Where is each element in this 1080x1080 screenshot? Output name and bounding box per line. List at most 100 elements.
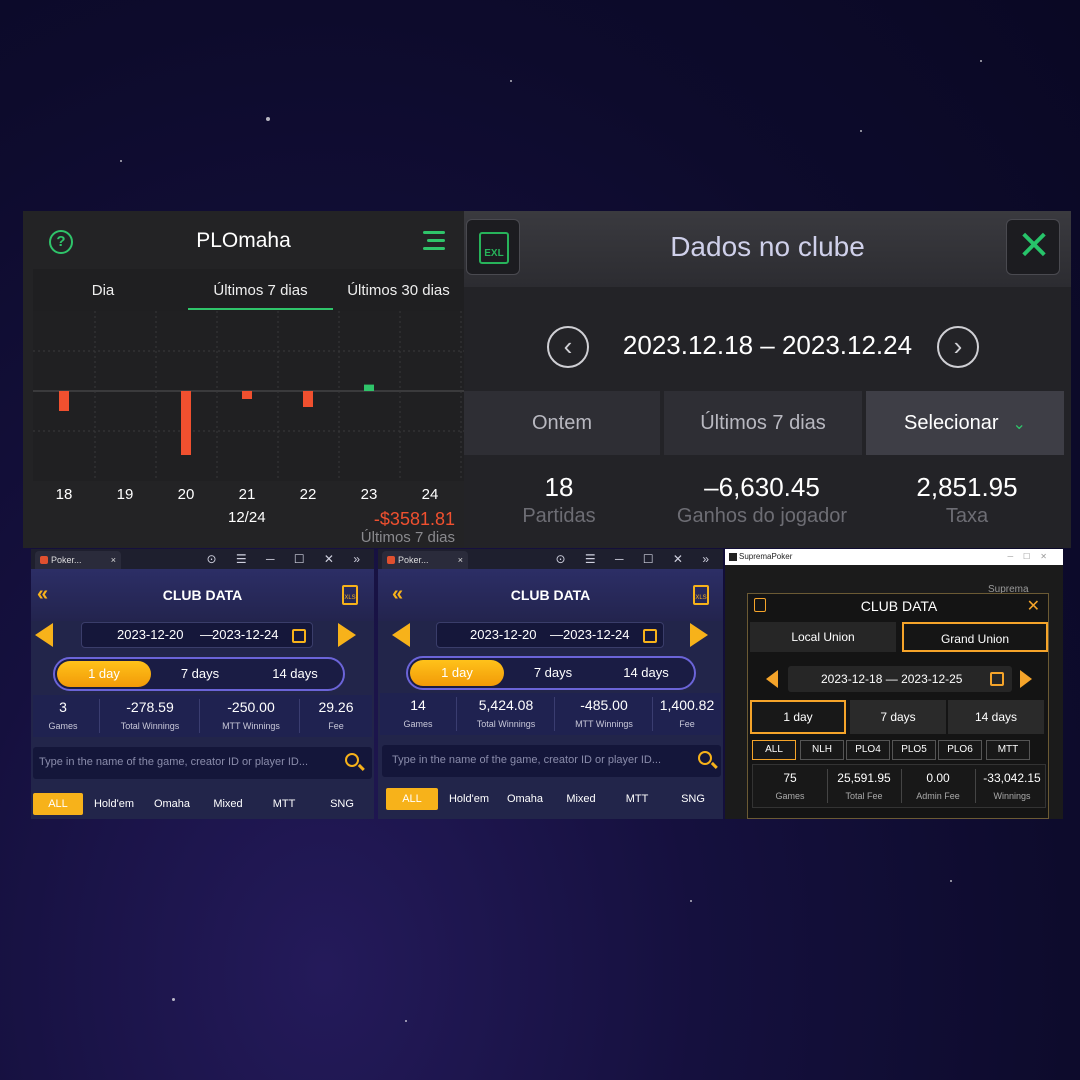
date-range-box[interactable]: 2023-12-20 — 2023-12-24: [81, 622, 313, 648]
close-tab-icon[interactable]: ×: [458, 551, 463, 569]
search-input[interactable]: Type in the name of the game, creator ID…: [33, 747, 372, 779]
browser-tab[interactable]: Poker... ×: [35, 551, 121, 569]
plomaha-panel: ? PLOmaha Dia Últimos 7 dias Últimos 30 …: [23, 211, 464, 548]
stat-winnings-value: -33,042.15: [983, 771, 1041, 785]
prev-date-icon[interactable]: [35, 623, 53, 647]
browser-tab-label: Poker...: [398, 555, 429, 565]
period-7-days[interactable]: 7 days: [508, 660, 598, 686]
period-7-days[interactable]: 7 days: [850, 700, 946, 734]
next-icon[interactable]: ›: [937, 326, 979, 368]
stat-fee-value: 29.26: [318, 699, 354, 715]
filter-all[interactable]: ALL: [33, 793, 83, 815]
selected-tab-underline: [188, 308, 333, 310]
tab-ontem[interactable]: Ontem: [464, 391, 660, 455]
export-icon[interactable]: XLS: [342, 585, 358, 605]
close-tab-icon[interactable]: ×: [111, 551, 116, 569]
stat-total-winnings-label: Total Winnings: [120, 721, 180, 731]
period-14-days[interactable]: 14 days: [247, 661, 343, 687]
stat-total-winnings-value: -278.59: [126, 699, 174, 715]
filter-mtt[interactable]: MTT: [259, 793, 309, 815]
game-plo6[interactable]: PLO6: [938, 740, 982, 760]
chart-bar-21: [242, 391, 252, 399]
filter-mixed[interactable]: Mixed: [203, 793, 253, 815]
filter-omaha[interactable]: Omaha: [500, 788, 550, 810]
window-controls[interactable]: ⊙ ☰ ─ ☐ ✕ »: [556, 552, 717, 566]
browser-tab[interactable]: Poker... ×: [382, 551, 468, 569]
stat-admin-fee-label: Admin Fee: [916, 791, 960, 801]
menu-icon[interactable]: [423, 231, 445, 251]
filter-mtt[interactable]: MTT: [612, 788, 662, 810]
next-date-icon[interactable]: [338, 623, 356, 647]
game-plo5[interactable]: PLO5: [892, 740, 936, 760]
club-data-modal: CLUB DATA ✕ Local Union Grand Union 2023…: [747, 593, 1049, 819]
suprema-stats: 75 Games 25,591.95 Total Fee 0.00 Admin …: [752, 764, 1046, 808]
stat-games-value: 3: [59, 699, 67, 715]
window-controls[interactable]: ─☐✕: [1007, 549, 1057, 565]
date-range-box[interactable]: 2023-12-18 — 2023-12-25: [788, 666, 1012, 692]
app-icon: [729, 553, 737, 561]
next-date-icon[interactable]: [690, 623, 708, 647]
dados-title: Dados no clube: [670, 231, 865, 262]
tab-dia[interactable]: Dia: [73, 282, 133, 299]
export-icon[interactable]: XLS: [693, 585, 709, 605]
close-icon[interactable]: ✕: [1027, 596, 1040, 616]
period-14-days[interactable]: 14 days: [598, 660, 694, 686]
game-plo4[interactable]: PLO4: [846, 740, 890, 760]
stat-total-fee-label: Total Fee: [845, 791, 883, 801]
tab-local-union[interactable]: Local Union: [750, 622, 896, 652]
stat-total-fee-value: 25,591.95: [837, 771, 891, 785]
x-tick-label: 20: [177, 486, 195, 503]
tab-selecionar[interactable]: Selecionar ⌄: [866, 391, 1064, 455]
filter-holdem[interactable]: Hold'em: [89, 793, 139, 815]
search-icon[interactable]: [698, 751, 712, 765]
stat-games-value: 75: [783, 771, 797, 785]
filter-sng[interactable]: SNG: [317, 793, 367, 815]
close-button[interactable]: ✕: [1006, 219, 1060, 275]
stat-admin-fee-value: 0.00: [926, 771, 950, 785]
search-input[interactable]: Type in the name of the game, creator ID…: [382, 745, 721, 777]
search-icon[interactable]: [345, 753, 359, 767]
game-nlh[interactable]: NLH: [800, 740, 844, 760]
calendar-icon: [990, 672, 1004, 686]
tab-grand-union[interactable]: Grand Union: [902, 622, 1048, 652]
end-date: 2023-12-25: [901, 672, 963, 686]
period-14-days[interactable]: 14 days: [948, 700, 1044, 734]
club-stats: 14 Games 5,424.08 Total Winnings -485.00…: [380, 693, 721, 735]
filter-holdem[interactable]: Hold'em: [444, 788, 494, 810]
game-mtt[interactable]: MTT: [986, 740, 1030, 760]
date-range-box[interactable]: 2023-12-20 — 2023-12-24: [436, 622, 664, 648]
tab-ultimos-7[interactable]: Últimos 7 dias: [188, 282, 333, 299]
chevron-down-icon: ⌄: [1012, 416, 1026, 433]
prev-date-icon[interactable]: [766, 670, 778, 688]
start-date: 2023-12-20: [470, 627, 537, 642]
stat-mtt-winnings-value: -485.00: [580, 697, 628, 713]
next-date-icon[interactable]: [1020, 670, 1032, 688]
tab-ultimos-30[interactable]: Últimos 30 dias: [333, 282, 464, 299]
club-data-panel-1: Poker... × ⊙ ☰ ─ ☐ ✕ » « CLUB DATA XLS 20…: [31, 549, 374, 819]
period-1-day[interactable]: 1 day: [57, 661, 151, 687]
browser-tab-label: Poker...: [51, 555, 82, 565]
prev-date-icon[interactable]: [392, 623, 410, 647]
stat-mtt-winnings-label: MTT Winnings: [222, 721, 280, 731]
filter-sng[interactable]: SNG: [668, 788, 718, 810]
period-7-days[interactable]: 7 days: [155, 661, 245, 687]
game-all[interactable]: ALL: [752, 740, 796, 760]
period-1-day[interactable]: 1 day: [410, 660, 504, 686]
stat-ganhos-value: –6,630.45: [704, 472, 820, 502]
period-1-day[interactable]: 1 day: [750, 700, 846, 734]
stat-taxa-label: Taxa: [945, 505, 989, 527]
dados-date-range: 2023.12.18 – 2023.12.24: [622, 330, 913, 360]
club-data-panel-2: Poker... × ⊙ ☰ ─ ☐ ✕ » « CLUB DATA XLS 20…: [378, 549, 723, 819]
filter-omaha[interactable]: Omaha: [147, 793, 197, 815]
tab-ultimos-7-dias[interactable]: Últimos 7 dias: [664, 391, 862, 455]
x-tick-label: 21: [238, 486, 256, 503]
plomaha-tabs: Dia Últimos 7 dias Últimos 30 dias: [33, 269, 464, 311]
stat-divider: [975, 769, 976, 803]
filter-all[interactable]: ALL: [386, 788, 438, 810]
club-title: CLUB DATA: [510, 587, 591, 603]
start-date: 2023-12-18: [821, 672, 883, 686]
stat-divider: [299, 699, 300, 733]
stat-partidas-value: 18: [544, 472, 574, 502]
filter-mixed[interactable]: Mixed: [556, 788, 606, 810]
window-controls[interactable]: ⊙ ☰ ─ ☐ ✕ »: [207, 552, 368, 566]
